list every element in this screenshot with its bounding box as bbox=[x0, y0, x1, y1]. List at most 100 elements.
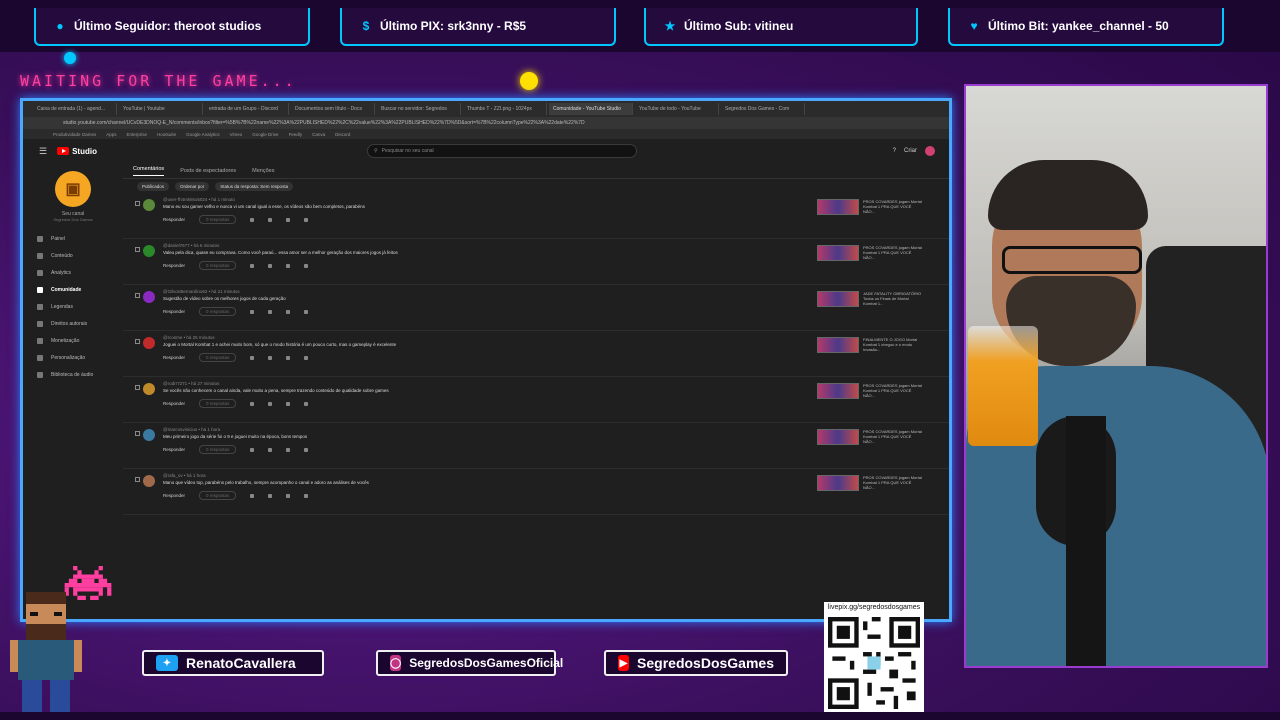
sidebar-item-subtitles[interactable]: Legendas bbox=[23, 298, 123, 315]
comment-video-ref[interactable]: PROS COVARDES jogam Mortal Kombat 1 PRA … bbox=[817, 383, 923, 399]
like-icon[interactable] bbox=[250, 263, 255, 268]
heart-icon[interactable] bbox=[286, 217, 291, 222]
account-avatar[interactable] bbox=[925, 146, 935, 156]
comment-video-ref[interactable]: PROS COVARDES jogam Mortal Kombat 1 PRA … bbox=[817, 199, 923, 215]
responses-dropdown[interactable]: 0 respostas bbox=[199, 307, 237, 316]
dislike-icon[interactable] bbox=[268, 263, 273, 268]
like-icon[interactable] bbox=[250, 401, 255, 406]
heart-icon[interactable] bbox=[286, 493, 291, 498]
bookmark-item[interactable]: Google Analytics bbox=[186, 132, 220, 137]
more-icon[interactable] bbox=[304, 217, 309, 222]
reply-button[interactable]: Responder bbox=[163, 217, 185, 222]
sidebar-item-content[interactable]: Conteúdo bbox=[23, 247, 123, 264]
reply-button[interactable]: Responder bbox=[163, 263, 185, 268]
sidebar-item-customization[interactable]: Personalização bbox=[23, 349, 123, 366]
filter-chip-published[interactable]: Publicados bbox=[137, 181, 170, 191]
like-icon[interactable] bbox=[250, 493, 255, 498]
comment-checkbox[interactable] bbox=[135, 293, 140, 298]
bookmark-item[interactable]: Apps bbox=[106, 132, 116, 137]
bookmark-item[interactable]: Google Drive bbox=[252, 132, 278, 137]
commenter-avatar[interactable] bbox=[143, 291, 155, 303]
studio-search-input[interactable]: ⚲ Pesquisar no seu canal bbox=[366, 144, 637, 158]
responses-dropdown[interactable]: 0 respostas bbox=[199, 353, 237, 362]
dislike-icon[interactable] bbox=[268, 309, 273, 314]
comment-video-ref[interactable]: PROS COVARDES jogam Mortal Kombat 1 PRA … bbox=[817, 429, 923, 445]
commenter-avatar[interactable] bbox=[143, 199, 155, 211]
create-button[interactable]: Criar bbox=[904, 148, 917, 154]
tab-viewer-posts[interactable]: Posts de espectadores bbox=[180, 168, 236, 174]
comment-checkbox[interactable] bbox=[135, 477, 140, 482]
sidebar-item-monetization[interactable]: Monetização bbox=[23, 332, 123, 349]
reply-button[interactable]: Responder bbox=[163, 447, 185, 452]
like-icon[interactable] bbox=[250, 447, 255, 452]
more-icon[interactable] bbox=[304, 355, 309, 360]
comment-checkbox[interactable] bbox=[135, 385, 140, 390]
dislike-icon[interactable] bbox=[268, 355, 273, 360]
sidebar-item-dashboard[interactable]: Painel bbox=[23, 230, 123, 247]
more-icon[interactable] bbox=[304, 401, 309, 406]
heart-icon[interactable] bbox=[286, 263, 291, 268]
address-bar[interactable]: studio.youtube.com/channel/UCvDE3DNOQ-E_… bbox=[23, 117, 949, 129]
heart-icon[interactable] bbox=[286, 309, 291, 314]
comment-video-ref[interactable]: JADE FATALITY OBRIGATÓRIO Todos os Finai… bbox=[817, 291, 923, 307]
responses-dropdown[interactable]: 0 respostas bbox=[199, 491, 237, 500]
tab-mentions[interactable]: Menções bbox=[252, 168, 274, 174]
comment-video-ref[interactable]: PROS COVARDES jogam Mortal Kombat 1 PRA … bbox=[817, 475, 923, 491]
menu-icon[interactable]: ☰ bbox=[39, 146, 47, 157]
browser-tab[interactable]: Caixa de entrada (1) - agend... bbox=[33, 103, 117, 115]
like-icon[interactable] bbox=[250, 355, 255, 360]
browser-tab[interactable]: YouTube | Youtube bbox=[119, 103, 203, 115]
comment-checkbox[interactable] bbox=[135, 247, 140, 252]
more-icon[interactable] bbox=[304, 263, 309, 268]
responses-dropdown[interactable]: 0 respostas bbox=[199, 445, 237, 454]
bookmark-item[interactable]: Canva bbox=[312, 132, 325, 137]
sidebar-item-community[interactable]: Comunidade bbox=[23, 281, 123, 298]
more-icon[interactable] bbox=[304, 493, 309, 498]
commenter-avatar[interactable] bbox=[143, 245, 155, 257]
reply-button[interactable]: Responder bbox=[163, 401, 185, 406]
like-icon[interactable] bbox=[250, 217, 255, 222]
comment-checkbox[interactable] bbox=[135, 339, 140, 344]
bookmark-item[interactable]: Enterprise bbox=[127, 132, 148, 137]
sidebar-item-analytics[interactable]: Analytics bbox=[23, 264, 123, 281]
bookmark-item[interactable]: Vimeo bbox=[230, 132, 243, 137]
comment-checkbox[interactable] bbox=[135, 201, 140, 206]
heart-icon[interactable] bbox=[286, 401, 291, 406]
browser-tab[interactable]: Documentos sem título - Docs bbox=[291, 103, 375, 115]
channel-logo-icon[interactable]: ▣ bbox=[55, 171, 91, 207]
more-icon[interactable] bbox=[304, 309, 309, 314]
reply-button[interactable]: Responder bbox=[163, 355, 185, 360]
bookmark-item[interactable]: Produtividade Games bbox=[53, 132, 96, 137]
comment-video-ref[interactable]: PROS COVARDES jogam Mortal Kombat 1 PRA … bbox=[817, 245, 923, 261]
responses-dropdown[interactable]: 0 respostas bbox=[199, 261, 237, 270]
browser-tab[interactable]: YouTube de todo - YouTube bbox=[635, 103, 719, 115]
commenter-avatar[interactable] bbox=[143, 429, 155, 441]
comment-checkbox[interactable] bbox=[135, 431, 140, 436]
more-icon[interactable] bbox=[304, 447, 309, 452]
tab-comments[interactable]: Comentários bbox=[133, 166, 165, 176]
studio-logo[interactable]: Studio bbox=[57, 147, 97, 156]
filter-chip-sort[interactable]: Ordenar por bbox=[175, 181, 210, 191]
browser-tab-active[interactable]: Comunidade - YouTube Studio bbox=[549, 103, 633, 115]
commenter-avatar[interactable] bbox=[143, 475, 155, 487]
commenter-avatar[interactable] bbox=[143, 383, 155, 395]
bookmark-item[interactable]: Feedly bbox=[289, 132, 303, 137]
bookmark-item[interactable]: Discord bbox=[335, 132, 350, 137]
browser-tab[interactable]: Segredos Dos Games - Com bbox=[721, 103, 805, 115]
heart-icon[interactable] bbox=[286, 447, 291, 452]
dislike-icon[interactable] bbox=[268, 217, 273, 222]
sidebar-item-audio-library[interactable]: Biblioteca de áudio bbox=[23, 366, 123, 383]
browser-tab[interactable]: entrada de um Grupo - Discord bbox=[205, 103, 289, 115]
bookmark-item[interactable]: Hootsuite bbox=[157, 132, 176, 137]
sidebar-item-copyright[interactable]: Direitos autorais bbox=[23, 315, 123, 332]
dislike-icon[interactable] bbox=[268, 447, 273, 452]
browser-tab[interactable]: Thumbs T - ZZI.png - 1024px bbox=[463, 103, 547, 115]
like-icon[interactable] bbox=[250, 309, 255, 314]
filter-chip-reply-status[interactable]: Status da resposta: Sem resposta bbox=[215, 181, 294, 191]
commenter-avatar[interactable] bbox=[143, 337, 155, 349]
responses-dropdown[interactable]: 0 respostas bbox=[199, 215, 237, 224]
heart-icon[interactable] bbox=[286, 355, 291, 360]
reply-button[interactable]: Responder bbox=[163, 309, 185, 314]
comment-video-ref[interactable]: FINALMENTE O JOGO Mortal Kombat 1 chegou… bbox=[817, 337, 923, 353]
dislike-icon[interactable] bbox=[268, 493, 273, 498]
